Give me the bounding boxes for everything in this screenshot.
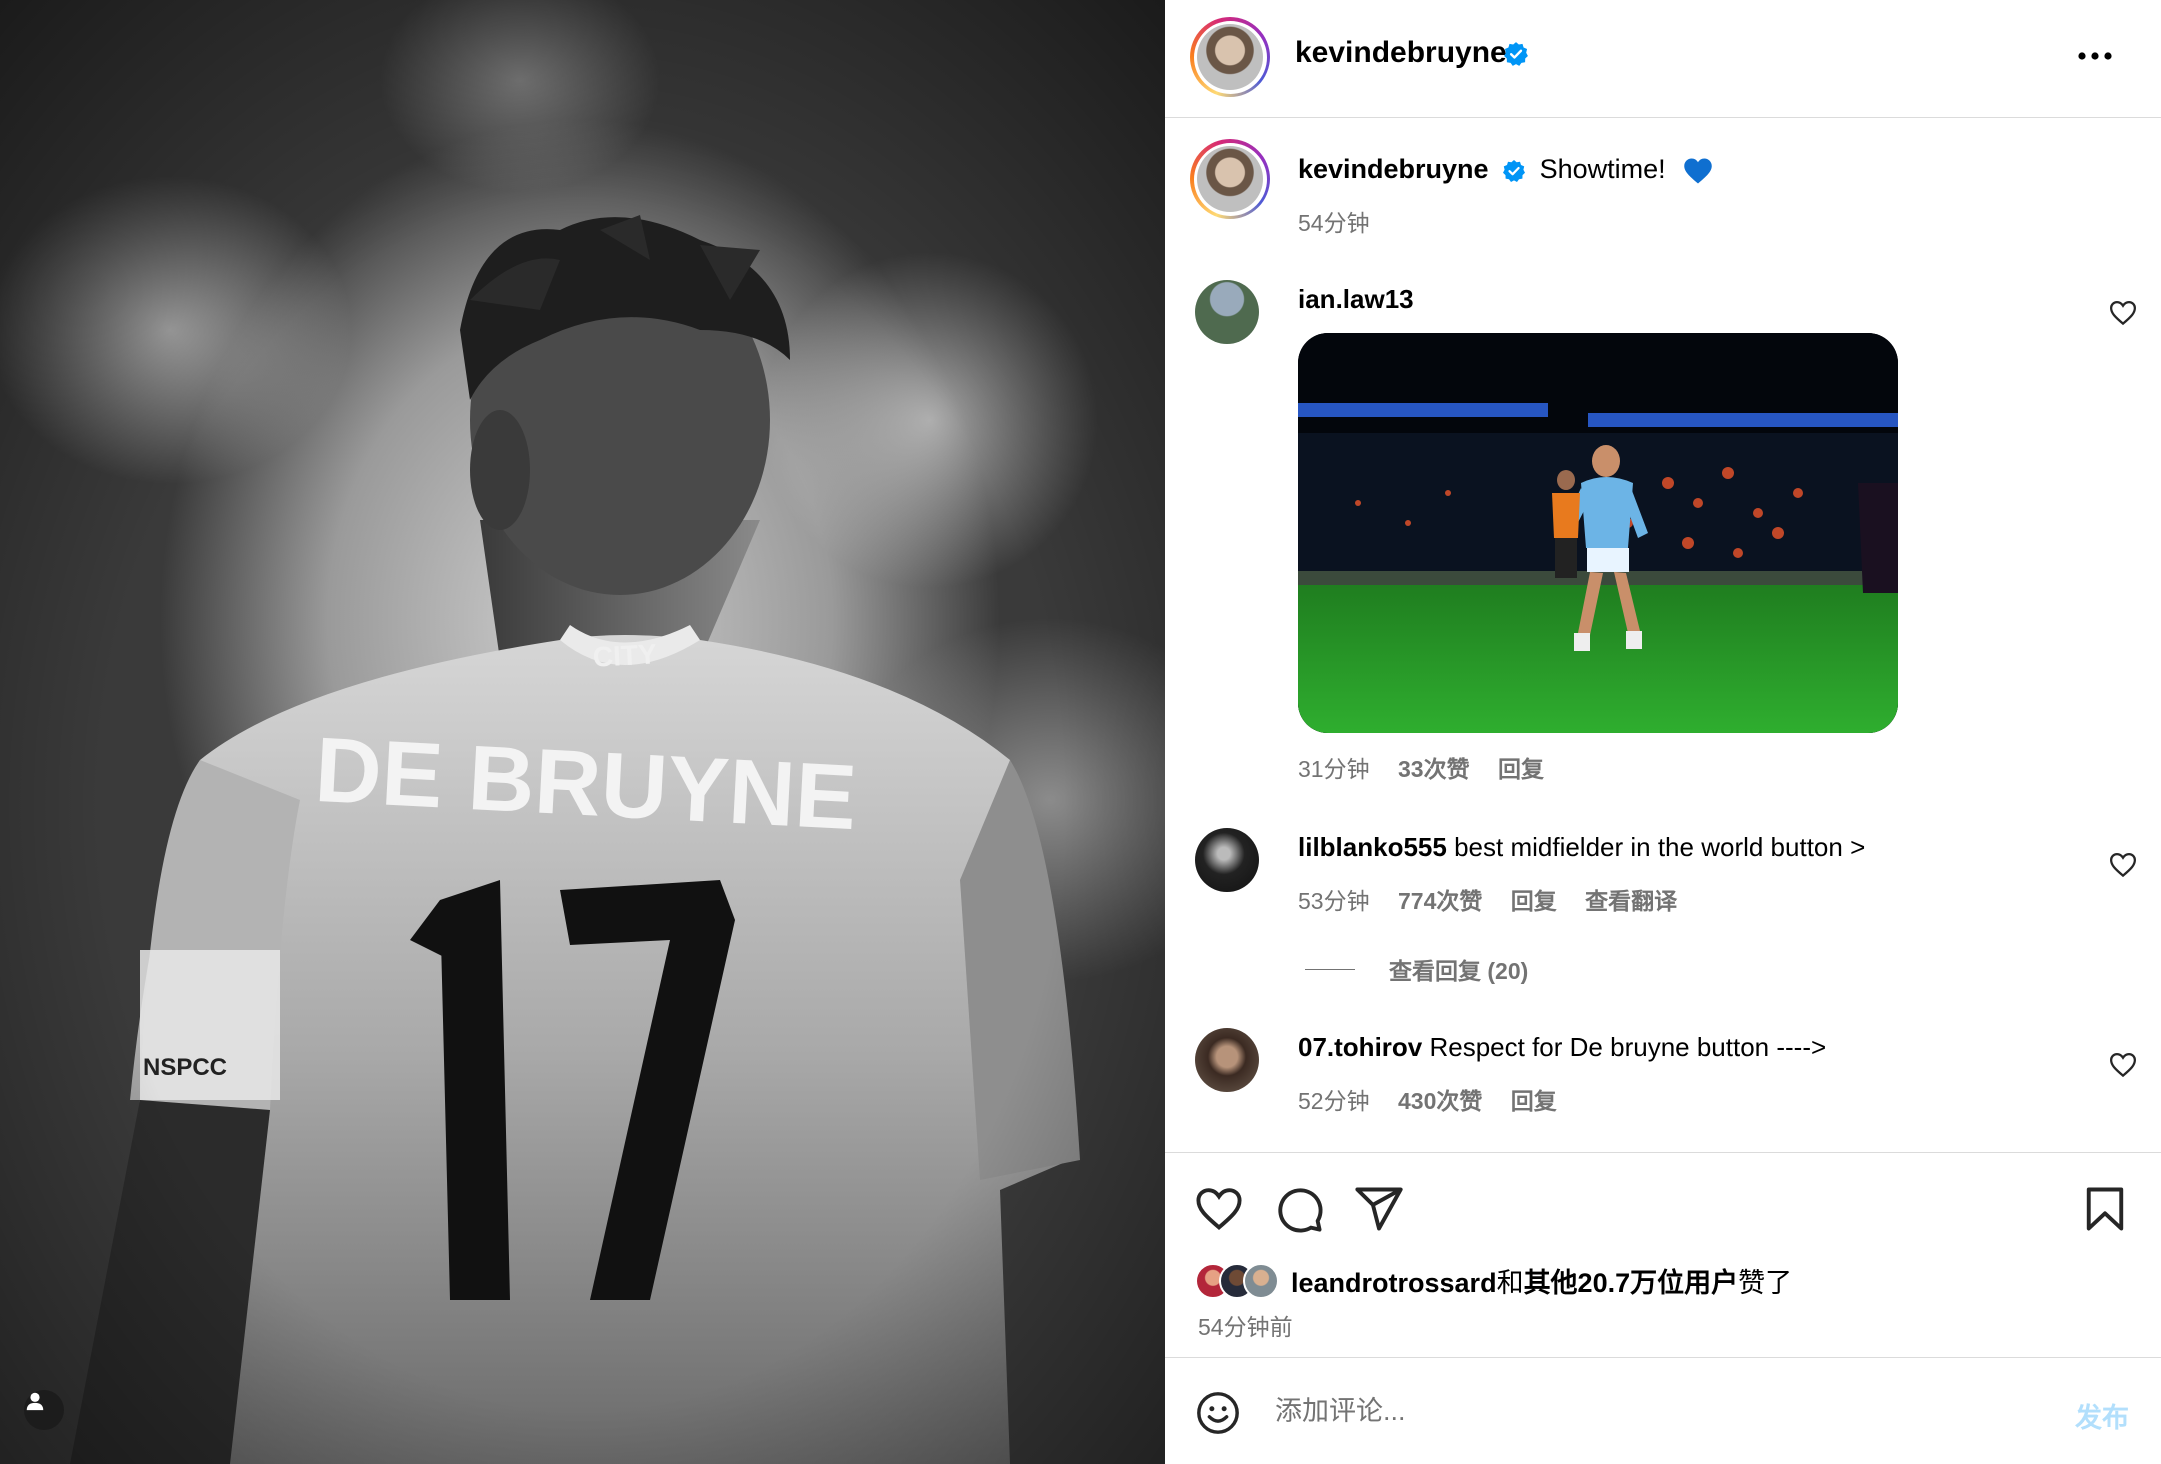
like-heart-icon[interactable] <box>1193 1183 1245 1235</box>
likes-suffix: 赞了 <box>1738 1268 1793 1298</box>
comment-text: best midfielder in the world button > <box>1454 832 1866 862</box>
comment-time: 31分钟 <box>1298 756 1370 782</box>
comment-username[interactable]: lilblanko555 <box>1298 832 1447 862</box>
likes-and: 和 <box>1496 1268 1524 1298</box>
author-avatar[interactable] <box>1190 17 1270 97</box>
post-header: kevindebruyne <box>1165 0 2161 118</box>
see-translation-button[interactable]: 查看翻译 <box>1585 888 1677 914</box>
comment-like-icon[interactable] <box>2108 298 2138 328</box>
comment-item: ian.law13 31分钟 33次赞 回复 <box>1165 278 2161 798</box>
comment-reply-button[interactable]: 回复 <box>1498 756 1544 782</box>
likes-summary[interactable]: leandrotrossard和其他20.7万位用户赞了 <box>1195 1261 1792 1300</box>
tagged-users-button[interactable] <box>24 1390 64 1430</box>
view-replies-button[interactable]: 查看回复 (20) <box>1305 952 1528 986</box>
comment-time: 52分钟 <box>1298 1088 1370 1114</box>
bookmark-save-icon[interactable] <box>2079 1183 2131 1235</box>
caption-text: Showtime! <box>1539 154 1666 184</box>
comment-image[interactable] <box>1298 333 1898 733</box>
share-send-icon[interactable] <box>1353 1183 1405 1235</box>
blue-heart-icon <box>1684 158 1712 184</box>
comment-item: lilblanko555 best midfielder in the worl… <box>1165 822 2161 942</box>
comment-likes[interactable]: 774次赞 <box>1398 888 1482 914</box>
comment-composer: 发布 <box>1165 1357 2161 1464</box>
user-icon <box>26 1392 44 1411</box>
sleeve-patch-text: NSPCC <box>143 1054 227 1081</box>
likes-others[interactable]: 其他20.7万位用户 <box>1524 1268 1739 1298</box>
post-comment-button[interactable]: 发布 <box>2075 1396 2129 1435</box>
post-side-panel: kevindebruyne kevindebruyne Showtime! 54… <box>1165 0 2161 1464</box>
comment-input[interactable] <box>1275 1386 2015 1436</box>
caption-username[interactable]: kevindebruyne <box>1298 154 1489 184</box>
jersey-collar-text: CITY <box>592 638 658 672</box>
post-caption: kevindebruyne Showtime! 54分钟 <box>1165 118 2161 258</box>
post-actions: leandrotrossard和其他20.7万位用户赞了 54分钟前 <box>1165 1152 2161 1357</box>
replies-divider <box>1305 968 1355 970</box>
caption-author-avatar[interactable] <box>1190 139 1270 219</box>
comment-likes[interactable]: 430次赞 <box>1398 1088 1482 1114</box>
comment-likes[interactable]: 33次赞 <box>1398 756 1470 782</box>
more-horizontal-icon <box>2078 52 2112 60</box>
comment-reply-button[interactable]: 回复 <box>1511 888 1557 914</box>
commenter-avatar[interactable] <box>1195 1028 1259 1092</box>
comment-like-icon[interactable] <box>2108 1050 2138 1080</box>
liker-username[interactable]: leandrotrossard <box>1291 1268 1497 1298</box>
comment-bubble-icon[interactable] <box>1273 1183 1325 1235</box>
commenter-avatar[interactable] <box>1195 828 1259 892</box>
verified-badge-icon <box>1503 159 1526 182</box>
comment-username[interactable]: ian.law13 <box>1298 284 1414 314</box>
post-timestamp: 54分钟前 <box>1198 1314 1293 1340</box>
comment-text: Respect for De bruyne button ----> <box>1429 1032 1827 1062</box>
player-illustration: DE BRUYNE CITY NSPCC <box>0 0 1165 1464</box>
emoji-smile-icon[interactable] <box>1195 1390 1241 1436</box>
comment-reply-button[interactable]: 回复 <box>1511 1088 1557 1114</box>
more-options-button[interactable] <box>2073 38 2117 74</box>
liker-avatar <box>1243 1262 1279 1299</box>
post-photo[interactable]: DE BRUYNE CITY NSPCC <box>0 0 1165 1464</box>
caption-time: 54分钟 <box>1298 210 1370 236</box>
view-replies-label: 查看回复 (20) <box>1389 958 1529 984</box>
author-username[interactable]: kevindebruyne <box>1295 36 1507 70</box>
comment-time: 53分钟 <box>1298 888 1370 914</box>
comment-username[interactable]: 07.tohirov <box>1298 1032 1422 1062</box>
commenter-avatar[interactable] <box>1195 280 1259 344</box>
comment-like-icon[interactable] <box>2108 850 2138 880</box>
verified-badge-icon <box>1504 42 1528 66</box>
celebration-photo <box>1298 333 1898 733</box>
comment-item: 07.tohirov Respect for De bruyne button … <box>1165 1022 2161 1132</box>
